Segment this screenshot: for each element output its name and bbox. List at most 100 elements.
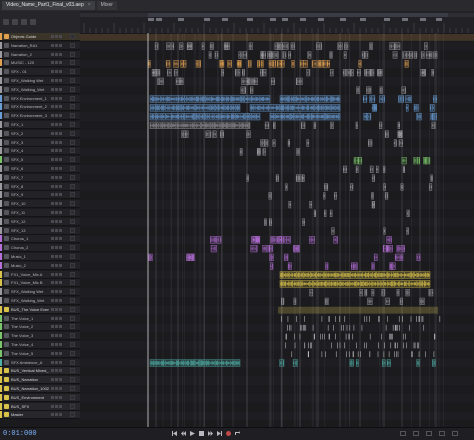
audio-clip[interactable]: [398, 139, 404, 147]
track-name[interactable]: SFX Ambience_A: [11, 359, 49, 366]
audio-clip[interactable]: [386, 359, 391, 367]
track-name[interactable]: Chorus_2: [11, 244, 49, 251]
record-arm-button[interactable]: [59, 193, 62, 197]
marker-flag[interactable]: [300, 18, 306, 21]
audio-clip[interactable]: [276, 236, 282, 244]
clip-body[interactable]: [358, 60, 362, 68]
folder-icon[interactable]: [4, 394, 9, 400]
track-header[interactable]: Narration_RA1: [0, 41, 80, 50]
audio-clip[interactable]: [351, 262, 354, 270]
fx-slot[interactable]: [70, 42, 75, 48]
audio-clip[interactable]: [179, 77, 184, 86]
audio-clip[interactable]: [382, 359, 386, 367]
marker-flag[interactable]: [318, 18, 324, 21]
record-arm-button[interactable]: [59, 52, 62, 56]
track-lane[interactable]: [80, 226, 474, 236]
audio-clip[interactable]: [393, 139, 397, 147]
audio-clip[interactable]: [316, 42, 323, 50]
audio-clip[interactable]: [157, 77, 164, 86]
track-lane[interactable]: [80, 314, 474, 324]
audio-clip[interactable]: [216, 236, 222, 244]
audio-clip[interactable]: [401, 86, 406, 94]
audio-clip[interactable]: [220, 60, 225, 68]
waveform-icon[interactable]: [4, 218, 9, 224]
audio-clip[interactable]: [292, 359, 298, 367]
mute-button[interactable]: [51, 211, 54, 214]
marker-flag[interactable]: [178, 18, 184, 21]
fx-slot[interactable]: [70, 157, 75, 163]
track-header[interactable]: SFX_11: [0, 209, 80, 217]
track-name[interactable]: SFX_4: [11, 147, 49, 154]
track-lane[interactable]: [80, 77, 474, 86]
record-arm-button[interactable]: [59, 237, 62, 241]
fx-slot[interactable]: [70, 174, 75, 180]
audio-clip[interactable]: [149, 121, 251, 130]
track-lane[interactable]: [80, 94, 474, 104]
fx-slot[interactable]: [70, 254, 75, 259]
track-name[interactable]: SFX_5: [11, 156, 49, 163]
marker-flag[interactable]: [402, 18, 408, 21]
audio-clip[interactable]: [210, 244, 217, 253]
clip-body[interactable]: [275, 174, 279, 182]
clip-body[interactable]: [329, 69, 334, 77]
track-header[interactable]: SFX_Walking_Wet: [0, 297, 80, 305]
solo-button[interactable]: [55, 105, 58, 109]
record-arm-button[interactable]: [59, 175, 62, 179]
fx-slot[interactable]: [70, 236, 75, 242]
track-lane[interactable]: [80, 244, 474, 253]
solo-button[interactable]: [55, 114, 58, 118]
record-arm-button[interactable]: [59, 105, 62, 109]
folder-icon[interactable]: [4, 386, 9, 391]
audio-clip[interactable]: [259, 69, 264, 77]
audio-clip[interactable]: [404, 60, 409, 68]
waveform-icon[interactable]: [4, 280, 9, 286]
track-name[interactable]: Chorus_1: [11, 235, 49, 242]
mute-button[interactable]: [51, 272, 54, 276]
track-lane[interactable]: [80, 200, 474, 209]
audio-clip[interactable]: [220, 130, 224, 138]
track-header[interactable]: Master: [0, 411, 80, 420]
folder-icon[interactable]: [4, 412, 9, 418]
waveform-icon[interactable]: [4, 298, 9, 303]
audio-clip[interactable]: [282, 42, 289, 50]
solo-button[interactable]: [55, 343, 58, 346]
record-arm-button[interactable]: [59, 114, 62, 118]
track-name[interactable]: SFX_10: [11, 200, 49, 207]
audio-clip[interactable]: [268, 192, 272, 200]
record-arm-button[interactable]: [59, 404, 62, 408]
clip-body[interactable]: [270, 262, 274, 270]
audio-clip[interactable]: [264, 121, 270, 130]
audio-clip[interactable]: [327, 60, 330, 68]
audio-clip[interactable]: [260, 139, 265, 147]
audio-clip[interactable]: [433, 95, 438, 103]
waveform-icon[interactable]: [4, 201, 9, 207]
audio-clip[interactable]: [187, 253, 195, 262]
marker-flag[interactable]: [436, 18, 442, 21]
clip-body[interactable]: [373, 253, 378, 262]
clip-body[interactable]: [241, 77, 250, 86]
track-name[interactable]: SFX_11: [11, 209, 49, 216]
audio-clip[interactable]: [367, 297, 373, 306]
clip-body[interactable]: [333, 192, 337, 200]
audio-clip[interactable]: [424, 42, 428, 50]
track-name[interactable]: BUS_Vertical Mixed_1002: [11, 367, 49, 374]
audio-clip[interactable]: [296, 77, 303, 86]
fx-slot[interactable]: [70, 148, 75, 154]
waveform-icon[interactable]: [4, 183, 9, 189]
clip-body[interactable]: [291, 60, 295, 68]
audio-clip[interactable]: [303, 60, 308, 68]
track-header[interactable]: The Voice_2: [0, 323, 80, 332]
mute-button[interactable]: [51, 87, 54, 91]
audio-clip[interactable]: [274, 51, 279, 59]
audio-clip[interactable]: [309, 289, 314, 297]
audio-clip[interactable]: [399, 297, 403, 306]
audio-clip[interactable]: [280, 297, 285, 306]
clip-body[interactable]: [421, 51, 425, 59]
track-header[interactable]: SFX Environment_2: [0, 103, 80, 112]
audio-clip[interactable]: [180, 60, 184, 68]
marker-flag[interactable]: [360, 18, 366, 21]
timeline-lanes[interactable]: [80, 33, 474, 427]
audio-clip[interactable]: [402, 165, 405, 174]
track-header[interactable]: BUS_Environment: [0, 393, 80, 402]
audio-clip[interactable]: [369, 95, 376, 103]
